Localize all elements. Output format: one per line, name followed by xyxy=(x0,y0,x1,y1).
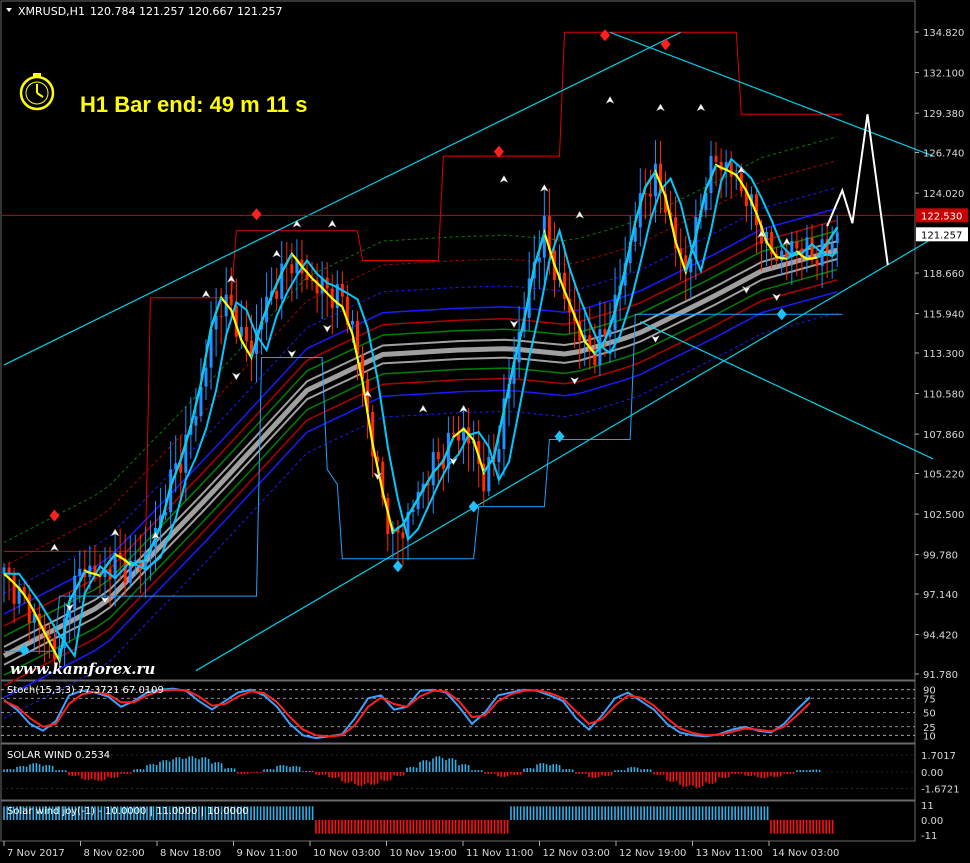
fast-ma-rising-segment xyxy=(135,560,141,564)
x-tick-label: 8 Nov 18:00 xyxy=(160,848,221,859)
x-tick-label: 9 Nov 11:00 xyxy=(237,848,298,859)
x-tick-label: 11 Nov 11:00 xyxy=(466,848,533,859)
candle-body xyxy=(795,240,799,249)
y-tick-label: 102.500 xyxy=(923,510,964,521)
stoch-level-label: 10 xyxy=(923,731,936,742)
y-tick-label: 129.380 xyxy=(923,109,964,120)
candle-body xyxy=(830,243,834,251)
candle-body xyxy=(815,260,819,266)
candle-body xyxy=(714,155,718,162)
candle-body xyxy=(835,232,839,244)
x-tick-label: 12 Nov 19:00 xyxy=(619,848,686,859)
x-tick-label: 13 Nov 11:00 xyxy=(696,848,763,859)
current-price-label: 121.257 xyxy=(921,230,962,241)
candle-body xyxy=(133,560,137,562)
candle-body xyxy=(204,367,208,387)
x-tick-label: 12 Nov 03:00 xyxy=(543,848,610,859)
candle-body xyxy=(431,452,435,486)
joy-title: Solar wind joy(-1) - 10.0000 | 11.0000 |… xyxy=(7,806,249,817)
candle-body xyxy=(436,452,440,460)
y-tick-label: 113.300 xyxy=(923,349,964,360)
y-tick-label: 97.140 xyxy=(923,590,958,601)
y-tick-label: 118.660 xyxy=(923,269,964,280)
y-tick-label: 91.780 xyxy=(923,670,958,681)
y-tick-label: 99.780 xyxy=(923,551,958,562)
fast-ma-rising-segment xyxy=(140,559,146,563)
candle-body xyxy=(275,290,279,299)
candle-body xyxy=(457,434,460,441)
candle-body xyxy=(12,574,16,604)
candle-body xyxy=(810,237,814,261)
candle-body xyxy=(78,568,82,576)
joy-level-label: -11 xyxy=(921,831,937,842)
candle-body xyxy=(244,326,248,341)
candle-body xyxy=(350,320,354,325)
candle-body xyxy=(401,532,405,539)
candle-body xyxy=(451,432,455,435)
candle-body xyxy=(648,193,652,197)
x-tick-label: 7 Nov 2017 xyxy=(7,848,65,859)
candle-body xyxy=(27,594,31,623)
x-tick-label: 14 Nov 03:00 xyxy=(772,848,839,859)
bar-end-timer: H1 Bar end: 49 m 11 s xyxy=(80,92,307,117)
candle-body xyxy=(219,315,223,317)
joy-level-label: 0.00 xyxy=(921,816,943,827)
candle-body xyxy=(194,416,198,426)
trading-chart[interactable]: 9075502510 1.70170.00-1.6721 110.00-11 1… xyxy=(0,0,970,863)
solar-level-label: -1.6721 xyxy=(921,785,960,796)
symbol-title: XMRUSD,H1 xyxy=(18,5,85,18)
stoch-title: Stoch(15,3,3) 77.3721 67.0109 xyxy=(7,685,164,696)
y-tick-label: 107.860 xyxy=(923,430,964,441)
ohlc-readout: 120.784 121.257 120.667 121.257 xyxy=(90,5,282,18)
y-tick-label: 115.940 xyxy=(923,310,964,321)
stoch-level-label: 75 xyxy=(923,694,936,705)
candle-body xyxy=(229,294,233,306)
x-tick-label: 8 Nov 02:00 xyxy=(84,848,145,859)
candle-body xyxy=(537,257,541,262)
joy-level-label: 11 xyxy=(921,801,934,812)
solar-level-label: 1.7017 xyxy=(921,751,956,762)
candle-body xyxy=(729,162,733,177)
level-price-label: 122.530 xyxy=(921,211,962,222)
candle-body xyxy=(497,449,501,463)
watermark: www.kamforex.ru xyxy=(10,660,155,678)
candle-body xyxy=(653,163,657,197)
y-tick-label: 110.580 xyxy=(923,390,964,401)
y-tick-label: 124.020 xyxy=(923,189,964,200)
solar-wind-title: SOLAR WIND 0.2534 xyxy=(7,750,110,761)
y-tick-label: 94.420 xyxy=(923,631,958,642)
solar-level-label: 0.00 xyxy=(921,768,943,779)
candle-body xyxy=(290,264,294,274)
chart-background xyxy=(0,0,970,863)
y-tick-label: 132.100 xyxy=(923,69,964,80)
stoch-level-label: 50 xyxy=(923,709,936,720)
x-tick-label: 10 Nov 03:00 xyxy=(313,848,380,859)
y-tick-label: 105.220 xyxy=(923,470,964,481)
y-tick-label: 134.820 xyxy=(923,28,964,39)
x-tick-label: 10 Nov 19:00 xyxy=(390,848,457,859)
y-tick-label: 126.740 xyxy=(923,149,964,160)
